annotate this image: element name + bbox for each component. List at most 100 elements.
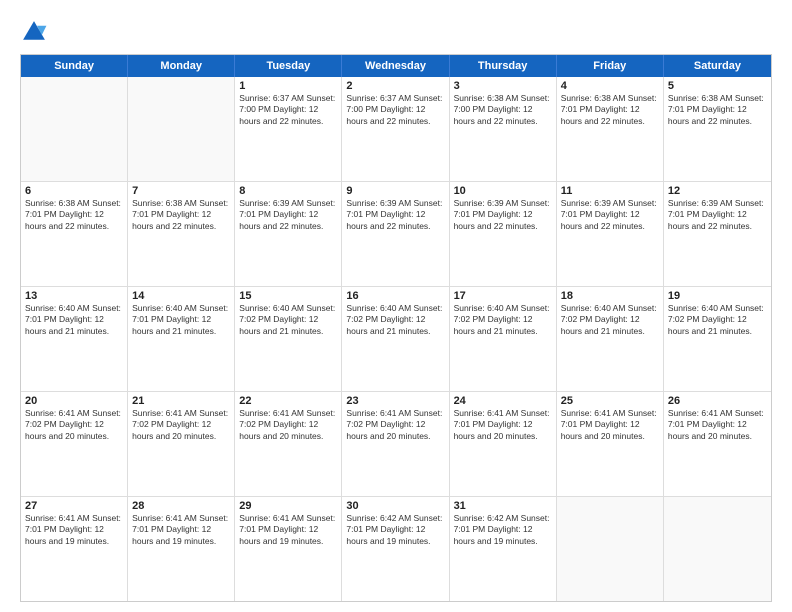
calendar: SundayMondayTuesdayWednesdayThursdayFrid…	[20, 54, 772, 602]
day-info: Sunrise: 6:41 AM Sunset: 7:01 PM Dayligh…	[668, 408, 767, 442]
day-info: Sunrise: 6:41 AM Sunset: 7:01 PM Dayligh…	[454, 408, 552, 442]
day-number: 10	[454, 185, 552, 197]
day-number: 21	[132, 395, 230, 407]
calendar-day-24: 24Sunrise: 6:41 AM Sunset: 7:01 PM Dayli…	[450, 392, 557, 496]
weekday-header-saturday: Saturday	[664, 55, 771, 77]
day-info: Sunrise: 6:38 AM Sunset: 7:00 PM Dayligh…	[454, 93, 552, 127]
calendar-body: 1Sunrise: 6:37 AM Sunset: 7:00 PM Daylig…	[21, 77, 771, 601]
day-info: Sunrise: 6:41 AM Sunset: 7:01 PM Dayligh…	[25, 513, 123, 547]
day-number: 18	[561, 290, 659, 302]
weekday-header-tuesday: Tuesday	[235, 55, 342, 77]
day-info: Sunrise: 6:38 AM Sunset: 7:01 PM Dayligh…	[132, 198, 230, 232]
calendar-day-7: 7Sunrise: 6:38 AM Sunset: 7:01 PM Daylig…	[128, 182, 235, 286]
header	[20, 18, 772, 46]
day-info: Sunrise: 6:37 AM Sunset: 7:00 PM Dayligh…	[239, 93, 337, 127]
day-number: 6	[25, 185, 123, 197]
day-info: Sunrise: 6:41 AM Sunset: 7:02 PM Dayligh…	[132, 408, 230, 442]
day-info: Sunrise: 6:40 AM Sunset: 7:02 PM Dayligh…	[346, 303, 444, 337]
day-info: Sunrise: 6:41 AM Sunset: 7:01 PM Dayligh…	[239, 513, 337, 547]
calendar-day-29: 29Sunrise: 6:41 AM Sunset: 7:01 PM Dayli…	[235, 497, 342, 601]
calendar-day-4: 4Sunrise: 6:38 AM Sunset: 7:01 PM Daylig…	[557, 77, 664, 181]
calendar-day-1: 1Sunrise: 6:37 AM Sunset: 7:00 PM Daylig…	[235, 77, 342, 181]
day-info: Sunrise: 6:39 AM Sunset: 7:01 PM Dayligh…	[561, 198, 659, 232]
day-info: Sunrise: 6:40 AM Sunset: 7:02 PM Dayligh…	[239, 303, 337, 337]
day-number: 15	[239, 290, 337, 302]
day-info: Sunrise: 6:40 AM Sunset: 7:02 PM Dayligh…	[561, 303, 659, 337]
calendar-day-19: 19Sunrise: 6:40 AM Sunset: 7:02 PM Dayli…	[664, 287, 771, 391]
calendar-day-16: 16Sunrise: 6:40 AM Sunset: 7:02 PM Dayli…	[342, 287, 449, 391]
calendar-day-30: 30Sunrise: 6:42 AM Sunset: 7:01 PM Dayli…	[342, 497, 449, 601]
day-number: 19	[668, 290, 767, 302]
calendar-day-15: 15Sunrise: 6:40 AM Sunset: 7:02 PM Dayli…	[235, 287, 342, 391]
day-info: Sunrise: 6:39 AM Sunset: 7:01 PM Dayligh…	[346, 198, 444, 232]
day-info: Sunrise: 6:38 AM Sunset: 7:01 PM Dayligh…	[668, 93, 767, 127]
day-number: 14	[132, 290, 230, 302]
calendar-day-31: 31Sunrise: 6:42 AM Sunset: 7:01 PM Dayli…	[450, 497, 557, 601]
calendar-day-26: 26Sunrise: 6:41 AM Sunset: 7:01 PM Dayli…	[664, 392, 771, 496]
calendar-day-8: 8Sunrise: 6:39 AM Sunset: 7:01 PM Daylig…	[235, 182, 342, 286]
day-info: Sunrise: 6:40 AM Sunset: 7:02 PM Dayligh…	[454, 303, 552, 337]
calendar-day-21: 21Sunrise: 6:41 AM Sunset: 7:02 PM Dayli…	[128, 392, 235, 496]
calendar-week-5: 27Sunrise: 6:41 AM Sunset: 7:01 PM Dayli…	[21, 497, 771, 601]
calendar-day-9: 9Sunrise: 6:39 AM Sunset: 7:01 PM Daylig…	[342, 182, 449, 286]
day-number: 31	[454, 500, 552, 512]
calendar-day-10: 10Sunrise: 6:39 AM Sunset: 7:01 PM Dayli…	[450, 182, 557, 286]
calendar-day-2: 2Sunrise: 6:37 AM Sunset: 7:00 PM Daylig…	[342, 77, 449, 181]
calendar-day-13: 13Sunrise: 6:40 AM Sunset: 7:01 PM Dayli…	[21, 287, 128, 391]
logo-icon	[20, 18, 48, 46]
day-number: 30	[346, 500, 444, 512]
calendar-day-12: 12Sunrise: 6:39 AM Sunset: 7:01 PM Dayli…	[664, 182, 771, 286]
day-number: 16	[346, 290, 444, 302]
day-info: Sunrise: 6:42 AM Sunset: 7:01 PM Dayligh…	[346, 513, 444, 547]
day-number: 4	[561, 80, 659, 92]
day-info: Sunrise: 6:38 AM Sunset: 7:01 PM Dayligh…	[25, 198, 123, 232]
day-number: 2	[346, 80, 444, 92]
weekday-header-monday: Monday	[128, 55, 235, 77]
day-number: 11	[561, 185, 659, 197]
day-number: 29	[239, 500, 337, 512]
day-info: Sunrise: 6:41 AM Sunset: 7:01 PM Dayligh…	[132, 513, 230, 547]
calendar-day-empty-4-6	[664, 497, 771, 601]
calendar-day-empty-0-0	[21, 77, 128, 181]
day-info: Sunrise: 6:37 AM Sunset: 7:00 PM Dayligh…	[346, 93, 444, 127]
weekday-header-wednesday: Wednesday	[342, 55, 449, 77]
day-info: Sunrise: 6:38 AM Sunset: 7:01 PM Dayligh…	[561, 93, 659, 127]
calendar-day-25: 25Sunrise: 6:41 AM Sunset: 7:01 PM Dayli…	[557, 392, 664, 496]
day-number: 20	[25, 395, 123, 407]
day-number: 12	[668, 185, 767, 197]
day-info: Sunrise: 6:41 AM Sunset: 7:02 PM Dayligh…	[346, 408, 444, 442]
day-info: Sunrise: 6:41 AM Sunset: 7:01 PM Dayligh…	[561, 408, 659, 442]
calendar-header-row: SundayMondayTuesdayWednesdayThursdayFrid…	[21, 55, 771, 77]
day-info: Sunrise: 6:41 AM Sunset: 7:02 PM Dayligh…	[25, 408, 123, 442]
day-number: 7	[132, 185, 230, 197]
day-info: Sunrise: 6:40 AM Sunset: 7:02 PM Dayligh…	[668, 303, 767, 337]
day-number: 23	[346, 395, 444, 407]
calendar-day-18: 18Sunrise: 6:40 AM Sunset: 7:02 PM Dayli…	[557, 287, 664, 391]
day-number: 26	[668, 395, 767, 407]
day-number: 25	[561, 395, 659, 407]
day-number: 27	[25, 500, 123, 512]
calendar-day-14: 14Sunrise: 6:40 AM Sunset: 7:01 PM Dayli…	[128, 287, 235, 391]
calendar-day-28: 28Sunrise: 6:41 AM Sunset: 7:01 PM Dayli…	[128, 497, 235, 601]
day-info: Sunrise: 6:42 AM Sunset: 7:01 PM Dayligh…	[454, 513, 552, 547]
day-number: 24	[454, 395, 552, 407]
calendar-day-17: 17Sunrise: 6:40 AM Sunset: 7:02 PM Dayli…	[450, 287, 557, 391]
day-info: Sunrise: 6:39 AM Sunset: 7:01 PM Dayligh…	[239, 198, 337, 232]
logo	[20, 18, 52, 46]
day-info: Sunrise: 6:40 AM Sunset: 7:01 PM Dayligh…	[25, 303, 123, 337]
calendar-week-3: 13Sunrise: 6:40 AM Sunset: 7:01 PM Dayli…	[21, 287, 771, 392]
calendar-day-3: 3Sunrise: 6:38 AM Sunset: 7:00 PM Daylig…	[450, 77, 557, 181]
day-number: 3	[454, 80, 552, 92]
day-number: 5	[668, 80, 767, 92]
day-number: 9	[346, 185, 444, 197]
day-number: 22	[239, 395, 337, 407]
calendar-day-empty-0-1	[128, 77, 235, 181]
calendar-day-23: 23Sunrise: 6:41 AM Sunset: 7:02 PM Dayli…	[342, 392, 449, 496]
day-number: 1	[239, 80, 337, 92]
calendar-day-6: 6Sunrise: 6:38 AM Sunset: 7:01 PM Daylig…	[21, 182, 128, 286]
day-number: 28	[132, 500, 230, 512]
calendar-week-1: 1Sunrise: 6:37 AM Sunset: 7:00 PM Daylig…	[21, 77, 771, 182]
day-info: Sunrise: 6:39 AM Sunset: 7:01 PM Dayligh…	[668, 198, 767, 232]
calendar-day-empty-4-5	[557, 497, 664, 601]
calendar-week-2: 6Sunrise: 6:38 AM Sunset: 7:01 PM Daylig…	[21, 182, 771, 287]
